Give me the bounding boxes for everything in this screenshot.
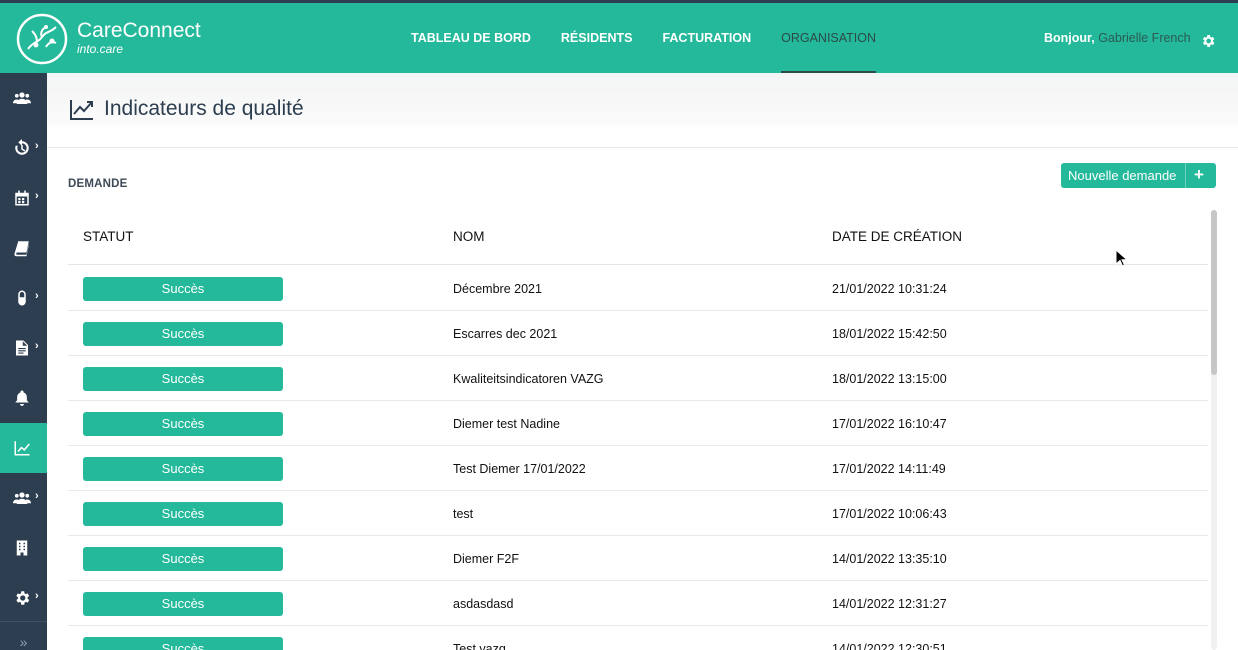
- request-name: Test Diemer 17/01/2022: [453, 462, 586, 476]
- table-row[interactable]: Succès asdasdasd 14/01/2022 12:31:27: [68, 581, 1208, 626]
- document-icon: [16, 340, 28, 356]
- creation-date: 14/01/2022 12:30:51: [832, 642, 947, 650]
- column-header-name[interactable]: NOM: [453, 229, 485, 244]
- status-badge: Succès: [83, 367, 283, 391]
- top-header: CareConnect into.care TABLEAU DE BORD RÉ…: [0, 0, 1238, 73]
- request-name: asdasdasd: [453, 597, 514, 611]
- sidebar-item-medication[interactable]: ›: [0, 273, 47, 323]
- creation-date: 17/01/2022 10:06:43: [832, 507, 947, 521]
- creation-date: 21/01/2022 10:31:24: [832, 282, 947, 296]
- sidebar-item-history[interactable]: ›: [0, 123, 47, 173]
- request-name: Décembre 2021: [453, 282, 542, 296]
- request-name: Test vazg: [453, 642, 506, 650]
- table-row[interactable]: Succès Kwaliteitsindicatoren VAZG 18/01/…: [68, 356, 1208, 401]
- table-row[interactable]: Succès Test Diemer 17/01/2022 17/01/2022…: [68, 446, 1208, 491]
- status-badge: Succès: [83, 322, 283, 346]
- divider: [47, 147, 1238, 148]
- sidebar-item-settings[interactable]: ›: [0, 573, 47, 623]
- settings-gear-icon[interactable]: [1200, 33, 1216, 49]
- new-request-label: Nouvelle demande: [1068, 168, 1177, 183]
- creation-date: 14/01/2022 12:31:27: [832, 597, 947, 611]
- creation-date: 17/01/2022 16:10:47: [832, 417, 947, 431]
- plus-icon: +: [1194, 165, 1204, 184]
- chevron-right-icon: ›: [35, 590, 39, 602]
- table-row[interactable]: Succès Escarres dec 2021 18/01/2022 15:4…: [68, 311, 1208, 356]
- table-row[interactable]: Succès Test vazg 14/01/2022 12:30:51: [68, 626, 1208, 650]
- creation-date: 18/01/2022 13:15:00: [832, 372, 947, 386]
- status-badge: Succès: [83, 277, 283, 301]
- sidebar-item-residents[interactable]: [0, 73, 47, 123]
- status-badge: Succès: [83, 592, 283, 616]
- calendar-icon: [15, 190, 29, 206]
- section-label: DEMANDE: [68, 178, 128, 190]
- line-chart-icon: [70, 100, 93, 120]
- chevron-right-icon: ›: [35, 490, 39, 502]
- group-icon: [13, 492, 31, 504]
- request-name: Escarres dec 2021: [453, 327, 558, 341]
- sidebar-item-organisation[interactable]: [0, 523, 47, 573]
- user-greeting: Bonjour, Gabrielle French: [1044, 31, 1191, 45]
- page-title: Indicateurs de qualité: [104, 97, 304, 120]
- status-badge: Succès: [83, 547, 283, 571]
- greeting-label: Bonjour,: [1044, 31, 1095, 45]
- table-row[interactable]: Succès Diemer F2F 14/01/2022 13:35:10: [68, 536, 1208, 581]
- new-request-button[interactable]: Nouvelle demande +: [1061, 163, 1216, 188]
- header-divider: [68, 264, 1208, 265]
- gear-icon: [16, 591, 30, 605]
- user-name[interactable]: Gabrielle French: [1098, 31, 1190, 45]
- status-badge: Succès: [83, 502, 283, 526]
- chevron-right-icon: ›: [35, 140, 39, 152]
- request-name: Kwaliteitsindicatoren VAZG: [453, 372, 604, 386]
- table-row[interactable]: Succès test 17/01/2022 10:06:43: [68, 491, 1208, 536]
- nav-facturation[interactable]: FACTURATION: [662, 3, 751, 73]
- request-name: Diemer F2F: [453, 552, 519, 566]
- building-icon: [16, 540, 28, 556]
- status-badge: Succès: [83, 412, 283, 436]
- history-icon: [15, 139, 29, 155]
- sidebar-item-notifications[interactable]: [0, 373, 47, 423]
- sidebar-item-quality-indicators[interactable]: [0, 423, 47, 473]
- button-separator: [1185, 163, 1186, 188]
- bell-icon: [15, 390, 29, 406]
- table-row[interactable]: Succès Diemer test Nadine 17/01/2022 16:…: [68, 401, 1208, 446]
- scrollbar-thumb[interactable]: [1211, 210, 1217, 375]
- sidebar-item-journal[interactable]: [0, 223, 47, 273]
- request-name: Diemer test Nadine: [453, 417, 560, 431]
- creation-date: 18/01/2022 15:42:50: [832, 327, 947, 341]
- book-icon: [14, 241, 29, 257]
- brand: CareConnect into.care: [77, 19, 201, 57]
- status-badge: Succès: [83, 637, 283, 650]
- users-icon: [13, 92, 31, 104]
- nav-tableau-de-bord[interactable]: TABLEAU DE BORD: [411, 3, 531, 73]
- column-header-date[interactable]: DATE DE CRÉATION: [832, 229, 962, 244]
- creation-date: 17/01/2022 14:11:49: [832, 462, 946, 476]
- nav-organisation[interactable]: ORGANISATION: [781, 3, 877, 73]
- chevron-right-icon: ›: [35, 190, 39, 202]
- request-name: test: [453, 507, 474, 521]
- status-badge: Succès: [83, 457, 283, 481]
- sidebar-item-documents[interactable]: ›: [0, 323, 47, 373]
- table-row[interactable]: Succès Décembre 2021 21/01/2022 10:31:24: [68, 266, 1208, 311]
- column-header-status[interactable]: STATUT: [83, 229, 134, 244]
- sidebar: › › › › › › »: [0, 73, 47, 650]
- nav-residents[interactable]: RÉSIDENTS: [561, 3, 633, 73]
- creation-date: 14/01/2022 13:35:10: [832, 552, 947, 566]
- table-scrollbar[interactable]: [1211, 210, 1217, 650]
- sidebar-collapse-toggle[interactable]: »: [0, 621, 47, 650]
- line-chart-icon: [14, 441, 30, 456]
- mouse-cursor-icon: [1115, 249, 1127, 267]
- chevron-right-icon: ›: [35, 340, 39, 352]
- sidebar-item-calendar[interactable]: ›: [0, 173, 47, 223]
- careconnect-logo-icon[interactable]: [16, 13, 68, 65]
- brand-name: CareConnect: [77, 19, 201, 42]
- requests-table: Succès Décembre 2021 21/01/2022 10:31:24…: [68, 266, 1208, 650]
- pill-icon: [18, 290, 26, 306]
- brand-subtitle: into.care: [77, 42, 124, 56]
- sidebar-item-staff[interactable]: ›: [0, 473, 47, 523]
- chevron-right-icon: ›: [35, 290, 39, 302]
- main-nav: TABLEAU DE BORD RÉSIDENTS FACTURATION OR…: [411, 3, 906, 73]
